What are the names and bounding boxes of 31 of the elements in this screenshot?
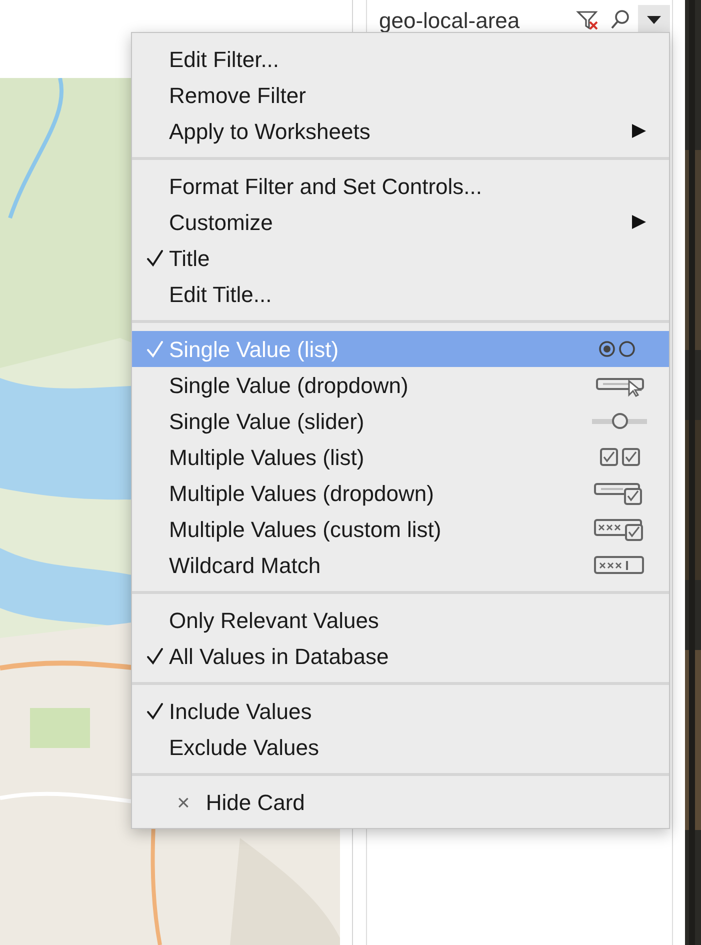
search-icon[interactable] (610, 9, 630, 31)
menu-item[interactable]: Single Value (dropdown) (132, 367, 669, 403)
close-glyph: × (177, 788, 190, 816)
menu-item[interactable]: × Hide Card (132, 784, 669, 820)
menu-item[interactable]: Include Values (132, 693, 669, 729)
menu-item[interactable]: Single Value (slider) (132, 403, 669, 439)
checkmark-icon (144, 248, 164, 268)
checkmark-icon (144, 701, 164, 721)
menu-item[interactable]: Multiple Values (custom list) (132, 511, 669, 547)
menu-item[interactable]: Edit Title... (132, 276, 669, 312)
clear-filter-icon[interactable] (576, 9, 600, 31)
menu-item[interactable]: Wildcard Match (132, 547, 669, 583)
menu-item[interactable]: Multiple Values (dropdown) (132, 475, 669, 511)
checkmark-icon (144, 339, 164, 359)
filter-title: geo-local-area (379, 6, 521, 34)
submenu-arrow-icon (631, 123, 647, 139)
menu-item[interactable]: Exclude Values (132, 729, 669, 765)
menu-item[interactable]: All Values in Database (132, 638, 669, 674)
checkmark-icon (144, 646, 164, 666)
caret-icon (647, 16, 661, 24)
menu-item[interactable]: Title (132, 240, 669, 276)
text-field-icon (591, 553, 647, 577)
submenu-arrow-icon (631, 214, 647, 230)
menu-item[interactable]: Customize (132, 204, 669, 240)
menu-item[interactable]: Only Relevant Values (132, 602, 669, 638)
menu-item[interactable]: Format Filter and Set Controls... (132, 168, 669, 204)
menu-item[interactable]: Remove Filter (132, 77, 669, 113)
menu-item[interactable]: Apply to Worksheets (132, 113, 669, 149)
menu-item[interactable]: Edit Filter... (132, 41, 669, 77)
dropdown-button[interactable] (638, 5, 670, 35)
menu-item[interactable]: Multiple Values (list) (132, 439, 669, 475)
